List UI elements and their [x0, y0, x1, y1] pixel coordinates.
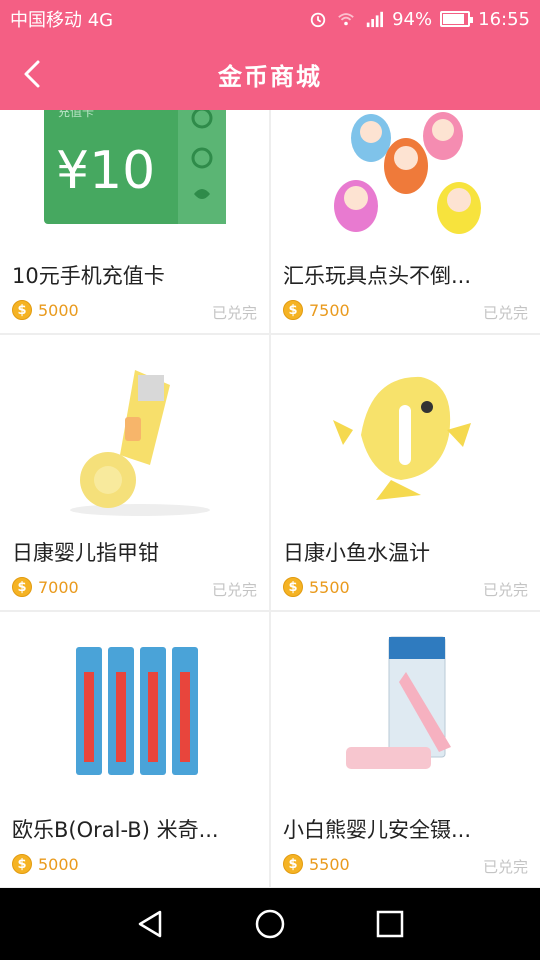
price-value: 5000: [38, 300, 79, 320]
battery-percent: 94%: [392, 8, 433, 30]
toothbrush-image: [0, 612, 269, 802]
status-label: 已兑完: [211, 581, 257, 599]
page-title: 金币商城: [218, 62, 322, 91]
clock: 16:55: [478, 8, 530, 30]
svg-text:¥10: ¥10: [56, 141, 155, 201]
nail-clipper-image: [0, 335, 269, 525]
product-grid[interactable]: 充值卡 ¥10 10元手机充值卡 $ 5000 已兑完 汇乐玩具点头不倒... …: [0, 110, 540, 888]
svg-text:充值卡: 充值卡: [58, 110, 94, 119]
tumbler-toy-image: [271, 110, 540, 248]
product-card[interactable]: 小白熊婴儿安全镊... $ 5500 已兑完: [271, 612, 540, 887]
coin-icon: $: [283, 577, 303, 597]
product-name: 小白熊婴儿安全镊...: [283, 818, 472, 842]
signal-icon: [366, 11, 384, 28]
product-name: 10元手机充值卡: [12, 264, 165, 288]
price-value: 7000: [38, 577, 79, 597]
app-header: 金币商城: [0, 38, 540, 110]
tweezers-image: [271, 612, 540, 802]
coin-icon: $: [12, 854, 32, 874]
phone-card-image: 充值卡 ¥10: [0, 110, 269, 248]
status-label: 已兑完: [482, 858, 528, 876]
price-value: 5500: [309, 577, 350, 597]
battery-icon: [440, 11, 474, 27]
status-label: 已兑完: [482, 304, 528, 322]
coin-icon: $: [12, 577, 32, 597]
fish-thermometer-image: [271, 335, 540, 525]
coin-icon: $: [283, 300, 303, 320]
price-row: $ 7000: [12, 577, 79, 597]
price-row: $ 5500: [283, 854, 350, 874]
price-value: 7500: [309, 300, 350, 320]
price-row: $ 7500: [283, 300, 350, 320]
price-row: $ 5000: [12, 300, 79, 320]
coin-icon: $: [283, 854, 303, 874]
product-card[interactable]: 充值卡 ¥10 10元手机充值卡 $ 5000 已兑完: [0, 110, 269, 333]
back-triangle-icon[interactable]: [130, 904, 170, 944]
price-row: $ 5500: [283, 577, 350, 597]
product-name: 日康婴儿指甲钳: [12, 541, 159, 565]
product-name: 欧乐B(Oral-B) 米奇...: [12, 818, 219, 842]
status-bar: 中国移动 4G 94% 16:55: [0, 0, 540, 38]
coin-icon: $: [12, 300, 32, 320]
wifi-icon: [338, 13, 354, 26]
back-arrow-icon[interactable]: [14, 54, 54, 94]
home-circle-icon[interactable]: [250, 904, 290, 944]
system-nav-bar: [0, 888, 540, 960]
recents-square-icon[interactable]: [370, 904, 410, 944]
product-name: 日康小鱼水温计: [283, 541, 430, 565]
status-icons: 94% 16:55: [308, 9, 530, 30]
product-card[interactable]: 日康小鱼水温计 $ 5500 已兑完: [271, 335, 540, 610]
alarm-icon: [310, 12, 326, 28]
status-label: 已兑完: [211, 304, 257, 322]
price-value: 5500: [309, 854, 350, 874]
status-label: 已兑完: [482, 581, 528, 599]
price-row: $ 5000: [12, 854, 79, 874]
product-name: 汇乐玩具点头不倒...: [283, 264, 472, 288]
product-card[interactable]: 日康婴儿指甲钳 $ 7000 已兑完: [0, 335, 269, 610]
product-card[interactable]: 欧乐B(Oral-B) 米奇... $ 5000: [0, 612, 269, 887]
product-card[interactable]: 汇乐玩具点头不倒... $ 7500 已兑完: [271, 110, 540, 333]
carrier-label: 中国移动 4G: [10, 10, 114, 31]
price-value: 5000: [38, 854, 79, 874]
